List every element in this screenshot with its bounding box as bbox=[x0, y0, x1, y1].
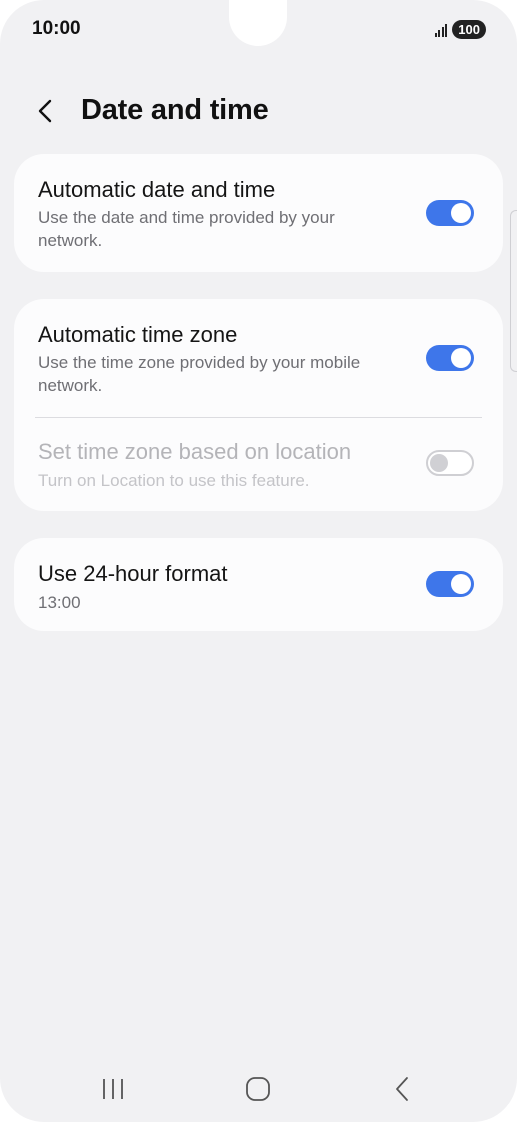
recents-icon bbox=[103, 1079, 123, 1099]
setting-time-zone-location[interactable]: Set time zone based on location Turn on … bbox=[14, 418, 503, 511]
navigation-bar bbox=[0, 1068, 517, 1108]
setting-title: Automatic date and time bbox=[38, 177, 276, 202]
camera-notch bbox=[229, 0, 287, 46]
home-button[interactable] bbox=[238, 1068, 278, 1108]
use-24-hour-toggle[interactable] bbox=[426, 571, 474, 597]
home-icon bbox=[246, 1077, 270, 1101]
toggle-knob bbox=[451, 574, 471, 594]
setting-subtitle: 13:00 bbox=[38, 593, 81, 612]
status-icons: 100 bbox=[434, 20, 486, 39]
page-title: Date and time bbox=[81, 94, 269, 126]
setting-subtitle: Use the date and time provided by your n… bbox=[38, 208, 335, 250]
setting-subtitle: Use the time zone provided by your mobil… bbox=[38, 353, 361, 395]
setting-title: Set time zone based on location bbox=[38, 439, 352, 464]
edge-panel-handle[interactable] bbox=[510, 210, 517, 372]
time-zone-location-toggle[interactable] bbox=[426, 450, 474, 476]
automatic-date-time-toggle[interactable] bbox=[426, 200, 474, 226]
automatic-time-zone-toggle[interactable] bbox=[426, 345, 474, 371]
recents-button[interactable] bbox=[93, 1068, 133, 1108]
setting-title: Automatic time zone bbox=[38, 322, 238, 347]
back-button[interactable] bbox=[30, 94, 64, 128]
setting-automatic-date-time[interactable]: Automatic date and time Use the date and… bbox=[14, 154, 503, 272]
status-time: 10:00 bbox=[32, 18, 81, 39]
setting-subtitle: Turn on Location to use this feature. bbox=[38, 471, 310, 490]
setting-title: Use 24-hour format bbox=[38, 561, 228, 586]
toggle-knob bbox=[451, 348, 471, 368]
setting-automatic-time-zone[interactable]: Automatic time zone Use the time zone pr… bbox=[14, 299, 503, 417]
nav-back-button[interactable] bbox=[383, 1068, 423, 1108]
toggle-knob bbox=[451, 203, 471, 223]
chevron-left-icon bbox=[38, 99, 52, 123]
page-header: Date and time bbox=[0, 88, 517, 134]
signal-icon bbox=[434, 23, 448, 37]
card-time-zone: Automatic time zone Use the time zone pr… bbox=[14, 299, 503, 511]
card-24-hour-format: Use 24-hour format 13:00 bbox=[14, 538, 503, 631]
toggle-knob bbox=[430, 454, 448, 472]
setting-use-24-hour[interactable]: Use 24-hour format 13:00 bbox=[14, 538, 503, 631]
card-automatic-date-time: Automatic date and time Use the date and… bbox=[14, 154, 503, 272]
back-icon bbox=[396, 1077, 408, 1101]
battery-indicator: 100 bbox=[452, 20, 486, 39]
phone-screen: 10:00 100 Date and time Automatic date a… bbox=[0, 0, 517, 1122]
